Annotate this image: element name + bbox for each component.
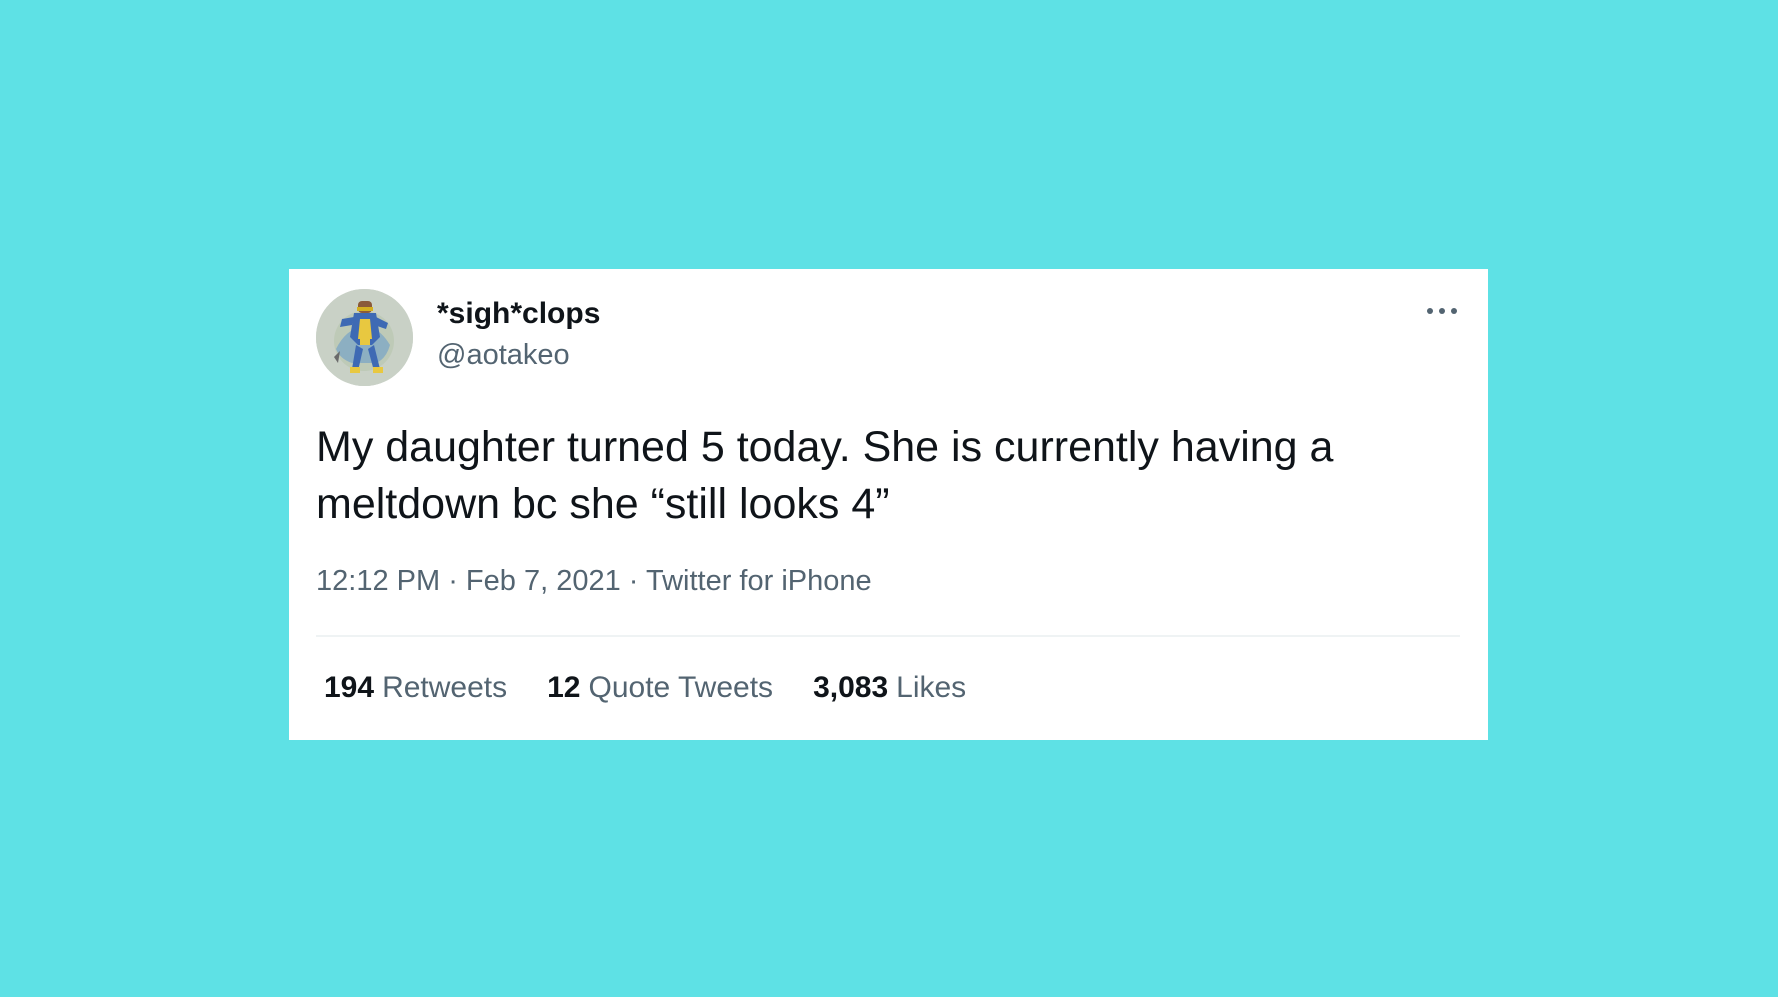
- likes-stat[interactable]: 3,083 Likes: [813, 671, 966, 705]
- retweets-stat[interactable]: 194 Retweets: [324, 671, 507, 705]
- more-horizontal-icon: [1427, 308, 1457, 314]
- retweets-label: Retweets: [382, 671, 508, 704]
- tweet-meta: 12:12 PM · Feb 7, 2021 · Twitter for iPh…: [316, 565, 872, 598]
- cyclops-illustration-avatar-icon: [316, 289, 413, 386]
- tweet-time[interactable]: 12:12 PM: [316, 565, 440, 597]
- tweet-text: My daughter turned 5 today. She is curre…: [316, 423, 1334, 528]
- user-handle[interactable]: @aotakeo: [437, 339, 570, 372]
- likes-count: 3,083: [813, 671, 889, 704]
- tweet-date[interactable]: Feb 7, 2021: [466, 565, 621, 597]
- divider: [316, 635, 1460, 637]
- likes-label: Likes: [896, 671, 967, 704]
- retweets-count: 194: [324, 671, 375, 704]
- more-options-button[interactable]: [1420, 299, 1464, 323]
- meta-separator: ·: [440, 565, 466, 597]
- avatar[interactable]: [316, 289, 413, 386]
- tweet-card: *sigh*clops @aotakeo My daughter turned …: [289, 269, 1488, 740]
- display-name[interactable]: *sigh*clops: [437, 297, 600, 331]
- quote-tweets-count: 12: [547, 671, 581, 704]
- quote-tweets-stat[interactable]: 12 Quote Tweets: [547, 671, 773, 705]
- meta-separator: ·: [620, 565, 646, 597]
- quote-tweets-label: Quote Tweets: [588, 671, 774, 704]
- tweet-stats: 194 Retweets 12 Quote Tweets 3,083 Likes: [324, 671, 966, 705]
- tweet-source[interactable]: Twitter for iPhone: [646, 565, 872, 597]
